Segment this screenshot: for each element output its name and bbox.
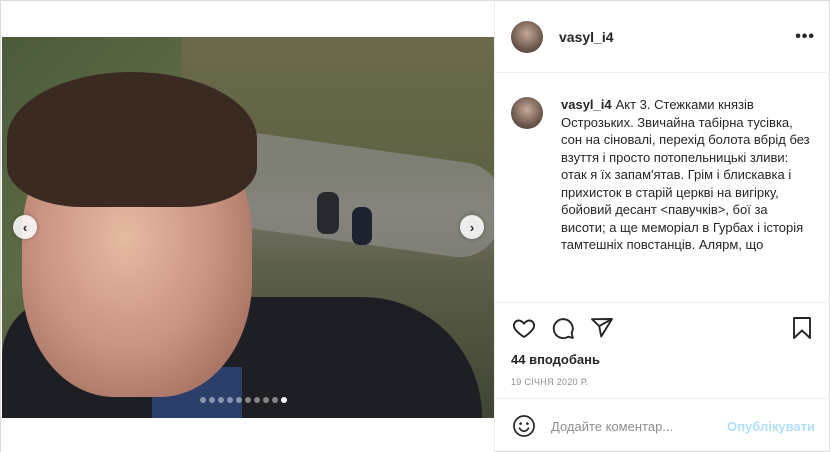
chevron-right-icon: ›	[469, 219, 475, 235]
bookmark-icon	[793, 317, 811, 339]
comments-section[interactable]: vasyl_i4 Акт 3. Стежками князів Острозьки…	[495, 74, 830, 302]
more-options-icon[interactable]: •••	[795, 28, 815, 46]
slide-dot	[218, 397, 224, 403]
post-actions: 44 вподобань 19 СІЧНЯ 2020 Р.	[495, 302, 830, 412]
share-button[interactable]	[589, 315, 615, 341]
slide-dot	[236, 397, 242, 403]
photo-person-small	[352, 207, 372, 245]
photo-person-small	[317, 192, 339, 234]
author-avatar[interactable]	[511, 20, 543, 53]
like-button[interactable]	[511, 315, 537, 341]
slide-dot-active	[281, 397, 287, 403]
emoji-icon	[513, 415, 535, 437]
post-header: vasyl_i4 •••	[495, 1, 830, 73]
post-caption: vasyl_i4 Акт 3. Стежками князів Острозьки…	[561, 96, 815, 302]
slide-dot	[254, 397, 260, 403]
caption-username[interactable]: vasyl_i4	[561, 97, 612, 112]
media-viewer: ‹ ›	[1, 1, 495, 452]
action-icons	[511, 315, 815, 341]
post-photo[interactable]	[2, 37, 494, 418]
next-slide-button[interactable]: ›	[460, 215, 484, 239]
post-date[interactable]: 19 СІЧНЯ 2020 Р.	[511, 377, 815, 387]
comment-icon	[552, 318, 574, 340]
comment-button[interactable]	[550, 315, 576, 341]
caption-text: Акт 3. Стежками князів Острозьких. Звича…	[561, 97, 810, 252]
slide-dot	[209, 397, 215, 403]
post-card: ‹ › vasyl_i4 ••• vasyl_i4 Акт 3. Стежкам…	[0, 0, 830, 452]
slide-indicator	[200, 397, 287, 403]
share-icon	[591, 318, 613, 338]
likes-count[interactable]: 44 вподобань	[511, 352, 815, 367]
add-comment-bar: Опублікувати	[495, 398, 830, 452]
comment-input[interactable]	[551, 418, 711, 434]
slide-dot	[245, 397, 251, 403]
heart-icon	[512, 319, 536, 338]
publish-button[interactable]: Опублікувати	[727, 419, 815, 434]
emoji-button[interactable]	[511, 413, 537, 439]
slide-dot	[200, 397, 206, 403]
slide-dot	[263, 397, 269, 403]
author-username[interactable]: vasyl_i4	[559, 29, 614, 45]
caption-author-avatar[interactable]	[511, 97, 543, 129]
slide-dot	[272, 397, 278, 403]
save-button[interactable]	[789, 315, 815, 341]
chevron-left-icon: ‹	[22, 219, 28, 235]
previous-slide-button[interactable]: ‹	[13, 215, 37, 239]
photo-hair	[7, 72, 257, 207]
slide-dot	[227, 397, 233, 403]
post-sidebar: vasyl_i4 ••• vasyl_i4 Акт 3. Стежками кня…	[495, 1, 830, 452]
